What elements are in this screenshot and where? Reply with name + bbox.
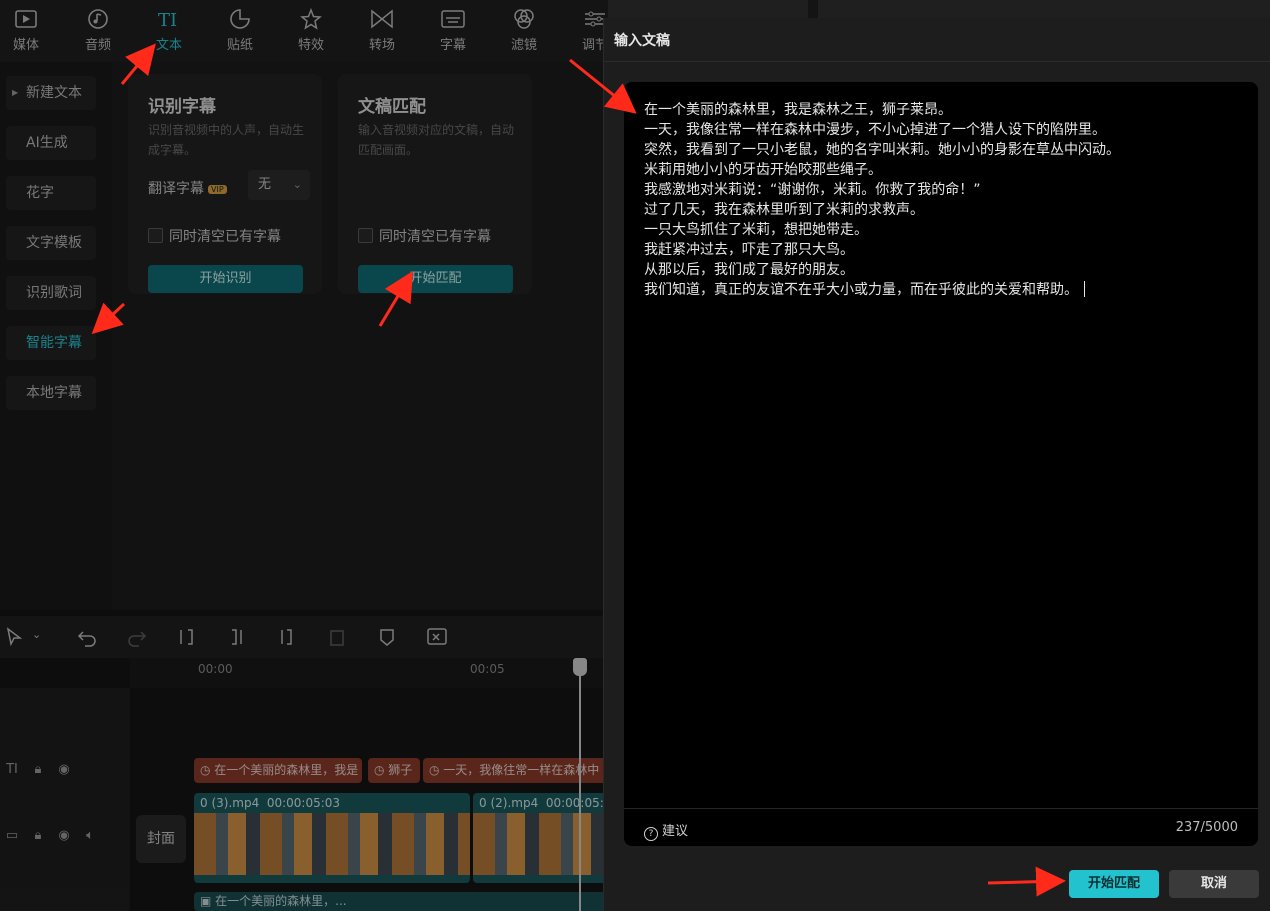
modal-overlay <box>0 0 608 911</box>
script-line: 一只大鸟抓住了米莉，想把她带走。 <box>644 222 868 238</box>
script-line-last: 我们知道，真正的友谊不在乎大小或力量，而在乎彼此的关爱和帮助。 <box>644 280 1244 300</box>
suggest-label: 建议 <box>662 824 689 839</box>
script-line: 一天，我像往常一样在森林中漫步，不小心掉进了一个猎人设下的陷阱里。 <box>644 122 1106 138</box>
script-text[interactable]: 在一个美丽的森林里，我是森林之王，狮子莱昂。 一天，我像往常一样在森林中漫步，不… <box>644 100 1244 300</box>
suggest-link[interactable]: ? 建议 <box>644 820 688 841</box>
dialog-title: 输入文稿 <box>614 33 670 49</box>
script-line: 从那以后，我们成了最好的朋友。 <box>644 262 854 278</box>
script-line: 突然，我看到了一只小老鼠，她的名字叫米莉。她小小的身影在草丛中闪动。 <box>644 142 1120 158</box>
script-line: 我们知道，真正的友谊不在乎大小或力量，而在乎彼此的关爱和帮助。 <box>644 282 1078 298</box>
divider <box>604 61 1270 62</box>
divider <box>624 808 1258 809</box>
start-match-button[interactable]: 开始匹配 <box>1069 870 1159 898</box>
script-line: 我感激地对米莉说：“谢谢你，米莉。你救了我的命！” <box>644 182 981 198</box>
script-line: 在一个美丽的森林里，我是森林之王，狮子莱昂。 <box>644 102 952 118</box>
help-icon: ? <box>644 827 658 841</box>
script-line: 米莉用她小小的牙齿开始咬那些绳子。 <box>644 162 882 178</box>
input-script-dialog: 输入文稿 在一个美丽的森林里，我是森林之王，狮子莱昂。 一天，我像往常一样在森林… <box>603 18 1270 911</box>
script-line: 过了几天，我在森林里听到了米莉的求救声。 <box>644 202 924 218</box>
script-textarea[interactable]: 在一个美丽的森林里，我是森林之王，狮子莱昂。 一天，我像往常一样在森林中漫步，不… <box>624 82 1258 846</box>
char-counter: 237/5000 <box>1175 820 1238 835</box>
cancel-button[interactable]: 取消 <box>1169 870 1259 898</box>
text-caret <box>1084 281 1085 297</box>
script-line: 我赶紧冲过去，吓走了那只大鸟。 <box>644 242 854 258</box>
